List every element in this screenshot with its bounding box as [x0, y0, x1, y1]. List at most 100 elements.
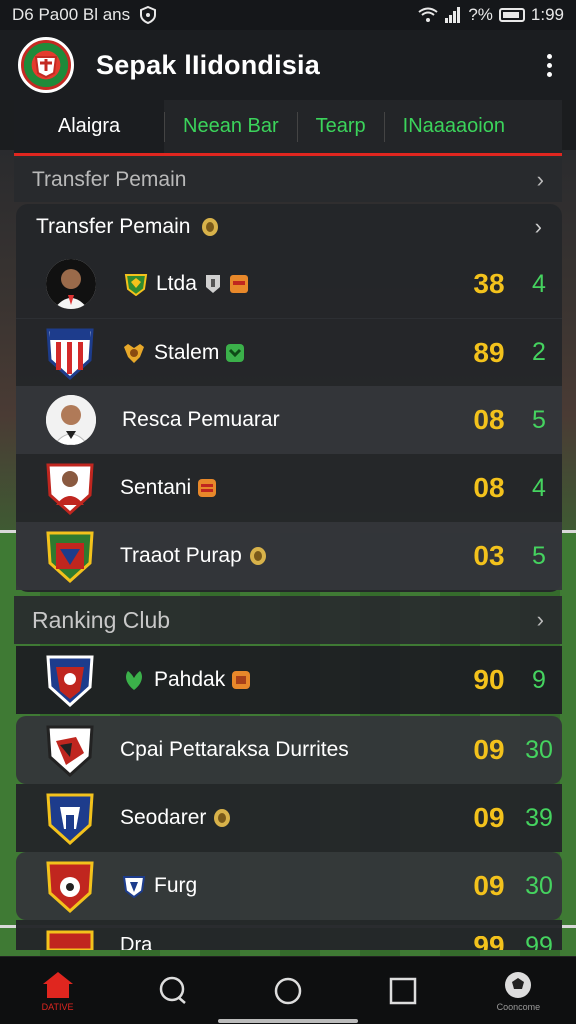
battery-percent: ?% [468, 5, 493, 24]
trophy-icon [202, 218, 219, 236]
club-crest-icon [46, 531, 94, 583]
tab-alaigra[interactable]: Alaigra [14, 100, 164, 153]
app-title: Sepak lIidondisia [96, 49, 320, 80]
club-name: Seodarer [120, 806, 207, 829]
transfer-card-header[interactable]: Transfer Pemain › [16, 204, 562, 250]
bottom-nav: DATIVE Cooncome [0, 956, 576, 1024]
club-points: 09 [473, 870, 505, 901]
player-count: 4 [532, 269, 546, 298]
club-points: 09 [473, 802, 505, 833]
club-badge-icon [124, 343, 144, 363]
app-bar: Sepak lIidondisia [0, 30, 576, 100]
club-points: 90 [473, 664, 505, 695]
player-value: 03 [473, 540, 505, 571]
club-rank: 39 [525, 803, 553, 832]
chat-icon [159, 976, 186, 1004]
player-value: 08 [473, 404, 505, 435]
kebab-menu-icon[interactable] [541, 48, 558, 83]
nav-ball-label: Cooncome [496, 1001, 541, 1012]
nav-square[interactable] [358, 976, 448, 1006]
club-rank: 30 [525, 871, 553, 900]
transfer-section-header[interactable]: Transfer Pemain › [14, 158, 562, 202]
chevron-right-icon: › [536, 607, 544, 632]
club-logo-icon[interactable] [18, 37, 74, 93]
club-crest-icon [46, 463, 94, 515]
player-count: 2 [532, 338, 546, 366]
club-rank: 30 [525, 735, 553, 764]
player-value: 38 [473, 268, 505, 299]
wifi-icon [418, 7, 438, 22]
chevron-right-icon: › [536, 167, 544, 192]
section-title: Transfer Pemain [32, 168, 187, 191]
player-count: 4 [532, 473, 546, 502]
club-crest-icon [46, 725, 94, 777]
club-crest-icon [46, 328, 94, 380]
trophy-icon [249, 547, 266, 565]
player-name: Sentani [120, 476, 192, 499]
badge-icon [205, 275, 220, 293]
list-item[interactable]: Resca Pemuarar 08 5 [16, 386, 562, 454]
list-item[interactable]: Ltda 38 4 [16, 250, 562, 318]
tab-inaaaaoion[interactable]: INaaaaoion [385, 100, 523, 153]
flag-icon [229, 275, 248, 293]
leaf-icon [126, 671, 142, 690]
player-name: Resca Pemuarar [122, 408, 280, 431]
list-item[interactable]: Furg 09 30 [16, 852, 562, 920]
square-icon [389, 977, 417, 1004]
player-name: Stalem [154, 340, 220, 364]
list-item[interactable]: Pahdak 90 9 [16, 646, 562, 714]
club-crest-icon [46, 655, 94, 707]
status-time: 1:99 [530, 5, 564, 24]
club-name: Furg [154, 874, 198, 897]
flag-icon [198, 479, 217, 497]
tab-bar: Alaigra Neean Bar Tearp INaaaaoion [14, 100, 562, 156]
list-item[interactable]: Traaot Purap 03 5 [16, 522, 562, 590]
home-icon [42, 971, 73, 998]
ranking-section-header[interactable]: Ranking Club › [14, 596, 562, 644]
club-name: Dra [120, 936, 153, 950]
flag-icon [232, 671, 251, 689]
chevron-right-icon: › [534, 214, 542, 239]
list-item[interactable]: Stalem 89 2 [16, 318, 562, 386]
battery-icon [498, 8, 525, 22]
list-item[interactable]: Dra 99 99 [16, 920, 562, 950]
nav-circle[interactable] [243, 976, 333, 1006]
list-item[interactable]: Sentani 08 4 [16, 454, 562, 522]
club-name: Pahdak [154, 668, 226, 691]
trophy-icon [214, 809, 231, 827]
signal-icon [445, 7, 461, 23]
list-item[interactable]: Seodarer 09 39 [16, 784, 562, 852]
club-rank: 9 [532, 665, 546, 694]
ranking-list: Pahdak 90 9 Cpai Pettaraksa Durrites 09 … [16, 646, 562, 956]
card-title: Transfer Pemain [36, 215, 191, 238]
player-count: 5 [532, 405, 546, 434]
nav-chat[interactable] [128, 976, 218, 1006]
nav-home-label: DATIVE [41, 1001, 74, 1012]
section-title: Ranking Club [32, 606, 171, 633]
shield-icon [140, 6, 157, 24]
club-crest-icon [46, 930, 94, 950]
player-avatar [46, 259, 96, 309]
ball-icon [505, 971, 532, 998]
tab-tearp[interactable]: Tearp [298, 100, 384, 153]
player-name: Ltda [156, 272, 197, 295]
list-item[interactable]: Cpai Pettaraksa Durrites 09 30 [16, 716, 562, 784]
player-name: Traaot Purap [120, 544, 242, 567]
club-rank: 99 [525, 936, 553, 950]
club-badge-icon [124, 274, 148, 296]
flag-icon [226, 343, 245, 362]
status-bar: D6 Pa00 Bl ans ?% 1:99 [0, 0, 576, 30]
nav-ball[interactable]: Cooncome [473, 970, 563, 1012]
club-name: Cpai Pettaraksa Durrites [120, 738, 349, 761]
tab-neean-bar[interactable]: Neean Bar [165, 100, 297, 153]
club-points: 99 [464, 936, 514, 950]
club-badge-icon [122, 876, 146, 898]
player-value: 89 [473, 336, 505, 368]
player-count: 5 [532, 541, 546, 570]
club-crest-icon [46, 793, 94, 845]
transfer-card: Transfer Pemain › Ltda 38 4 Stalem 89 2 … [16, 204, 562, 592]
club-crest-icon [46, 861, 94, 913]
home-indicator[interactable] [218, 1019, 358, 1023]
nav-home[interactable]: DATIVE [13, 970, 103, 1012]
club-points: 09 [473, 734, 505, 765]
